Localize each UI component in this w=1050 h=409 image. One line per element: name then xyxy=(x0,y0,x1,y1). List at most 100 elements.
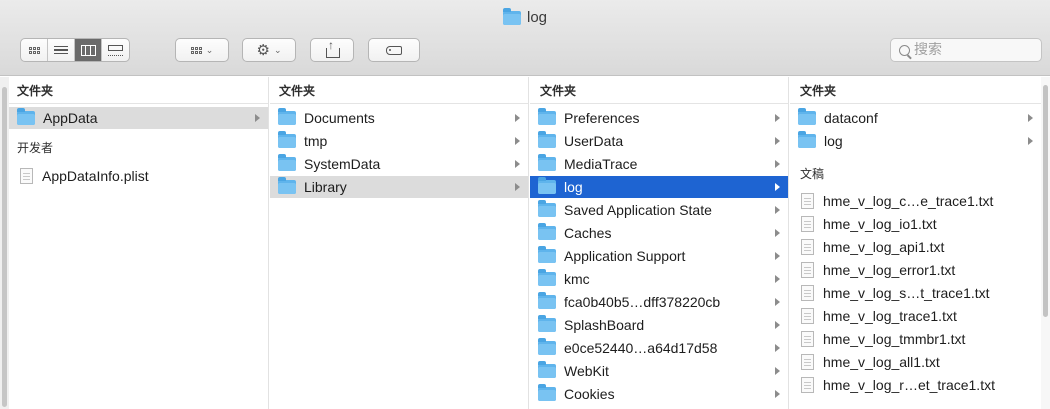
folder-row-library[interactable]: Library xyxy=(270,176,528,198)
folder-row[interactable]: tmp xyxy=(270,130,528,152)
tags-button[interactable] xyxy=(368,38,420,62)
disclosure-arrow-icon xyxy=(515,183,520,191)
file-row[interactable]: hme_v_log_tmmbr1.txt xyxy=(790,328,1041,350)
folder-icon xyxy=(538,361,556,378)
file-row[interactable]: hme_v_log_r…et_trace1.txt xyxy=(790,374,1041,396)
folder-row[interactable]: kmc xyxy=(530,268,788,290)
scrollbar-thumb[interactable] xyxy=(1043,85,1048,317)
window-toolbar: log ⌄ ⚙ ⌄ xyxy=(0,0,1050,76)
list-view-button[interactable] xyxy=(48,39,75,61)
tag-icon xyxy=(386,45,402,55)
disclosure-arrow-icon xyxy=(775,298,780,306)
folder-name: Cookies xyxy=(564,386,615,402)
search-field[interactable] xyxy=(890,38,1042,62)
folder-icon xyxy=(538,315,556,332)
file-row-appdatainfo[interactable]: AppDataInfo.plist xyxy=(9,165,268,187)
folder-row[interactable]: WebKit xyxy=(530,360,788,382)
disclosure-arrow-icon xyxy=(1028,114,1033,122)
folder-row[interactable]: Preferences xyxy=(530,107,788,129)
document-icon xyxy=(801,216,814,232)
disclosure-arrow-icon xyxy=(775,160,780,168)
folder-icon xyxy=(798,131,816,148)
window-title: log xyxy=(0,7,1050,26)
folder-name: WebKit xyxy=(564,363,609,379)
folder-row[interactable]: Caches xyxy=(530,222,788,244)
group-by-button[interactable]: ⌄ xyxy=(175,38,229,62)
folder-name: UserData xyxy=(564,133,624,149)
folder-row[interactable]: SystemData xyxy=(270,153,528,175)
folder-name: dataconf xyxy=(824,110,878,126)
browser-column-2: 文件夹 Documents tmp SystemData Library xyxy=(270,77,529,409)
folder-name: Caches xyxy=(564,225,612,241)
file-row[interactable]: hme_v_log_c…e_trace1.txt xyxy=(790,190,1041,212)
icon-view-button[interactable] xyxy=(21,39,48,61)
file-name: hme_v_log_s…t_trace1.txt xyxy=(823,285,990,301)
folder-row[interactable]: Cookies xyxy=(530,383,788,405)
folder-name: MediaTrace xyxy=(564,156,638,172)
divider xyxy=(790,103,1050,104)
folder-icon xyxy=(538,384,556,401)
folder-name: Library xyxy=(304,179,347,195)
browser-column-3: 文件夹 Preferences UserData MediaTrace log … xyxy=(530,77,789,409)
disclosure-arrow-icon xyxy=(775,275,780,283)
file-row[interactable]: hme_v_log_io1.txt xyxy=(790,213,1041,235)
search-icon xyxy=(899,44,910,56)
sidebar-scrollbar[interactable] xyxy=(0,77,9,409)
folder-row[interactable]: log xyxy=(790,130,1041,152)
file-row[interactable]: hme_v_log_api1.txt xyxy=(790,236,1041,258)
folder-row[interactable]: fca0b40b5…dff378220cb xyxy=(530,291,788,313)
disclosure-arrow-icon xyxy=(775,114,780,122)
folder-row[interactable]: SplashBoard xyxy=(530,314,788,336)
section-header: 开发者 xyxy=(17,141,54,155)
folder-icon xyxy=(278,177,296,194)
folder-icon xyxy=(538,108,556,125)
folder-name: SplashBoard xyxy=(564,317,645,333)
disclosure-arrow-icon xyxy=(775,206,780,214)
folder-row[interactable]: e0ce52440…a64d17d58 xyxy=(530,337,788,359)
folder-row[interactable]: Saved Application State xyxy=(530,199,788,221)
disclosure-arrow-icon xyxy=(515,114,520,122)
folder-row-log-selected[interactable]: log xyxy=(530,176,788,198)
action-menu-button[interactable]: ⚙ ⌄ xyxy=(242,38,296,62)
search-input[interactable] xyxy=(914,42,1024,58)
folder-name: SystemData xyxy=(304,156,381,172)
folder-name: Preferences xyxy=(564,110,640,126)
folder-row[interactable]: Application Support xyxy=(530,245,788,267)
scrollbar-thumb[interactable] xyxy=(2,87,7,407)
section-header: 文稿 xyxy=(800,167,825,181)
folder-icon xyxy=(278,131,296,148)
column-view-button[interactable] xyxy=(75,39,102,61)
disclosure-arrow-icon xyxy=(775,137,780,145)
folder-row[interactable]: MediaTrace xyxy=(530,153,788,175)
folder-icon xyxy=(538,292,556,309)
window-title-label: log xyxy=(526,9,548,26)
folder-name: e0ce52440…a64d17d58 xyxy=(564,340,718,356)
folder-row[interactable]: dataconf xyxy=(790,107,1041,129)
folder-row[interactable]: Documents xyxy=(270,107,528,129)
folder-icon xyxy=(538,223,556,240)
folder-icon xyxy=(538,177,556,194)
share-button[interactable] xyxy=(310,38,354,62)
folder-name: kmc xyxy=(564,271,590,287)
share-icon xyxy=(326,38,340,58)
file-row[interactable]: hme_v_log_all1.txt xyxy=(790,351,1041,373)
document-icon xyxy=(801,331,814,347)
file-row[interactable]: hme_v_log_trace1.txt xyxy=(790,305,1041,327)
folder-name: Saved Application State xyxy=(564,202,712,218)
folder-icon xyxy=(538,338,556,355)
file-row[interactable]: hme_v_log_s…t_trace1.txt xyxy=(790,282,1041,304)
column-scrollbar[interactable] xyxy=(1041,77,1050,409)
disclosure-arrow-icon xyxy=(255,114,260,122)
file-name: hme_v_log_tmmbr1.txt xyxy=(823,331,966,347)
folder-icon xyxy=(278,154,296,171)
folder-name: AppData xyxy=(43,110,98,126)
section-header: 文件夹 xyxy=(279,84,316,98)
file-row[interactable]: hme_v_log_error1.txt xyxy=(790,259,1041,281)
gallery-view-button[interactable] xyxy=(102,39,129,61)
folder-name: Application Support xyxy=(564,248,686,264)
folder-icon xyxy=(538,269,556,286)
folder-row-appdata[interactable]: AppData xyxy=(9,107,268,129)
folder-name: log xyxy=(824,133,843,149)
folder-row[interactable]: UserData xyxy=(530,130,788,152)
group-grid-icon xyxy=(190,46,202,54)
